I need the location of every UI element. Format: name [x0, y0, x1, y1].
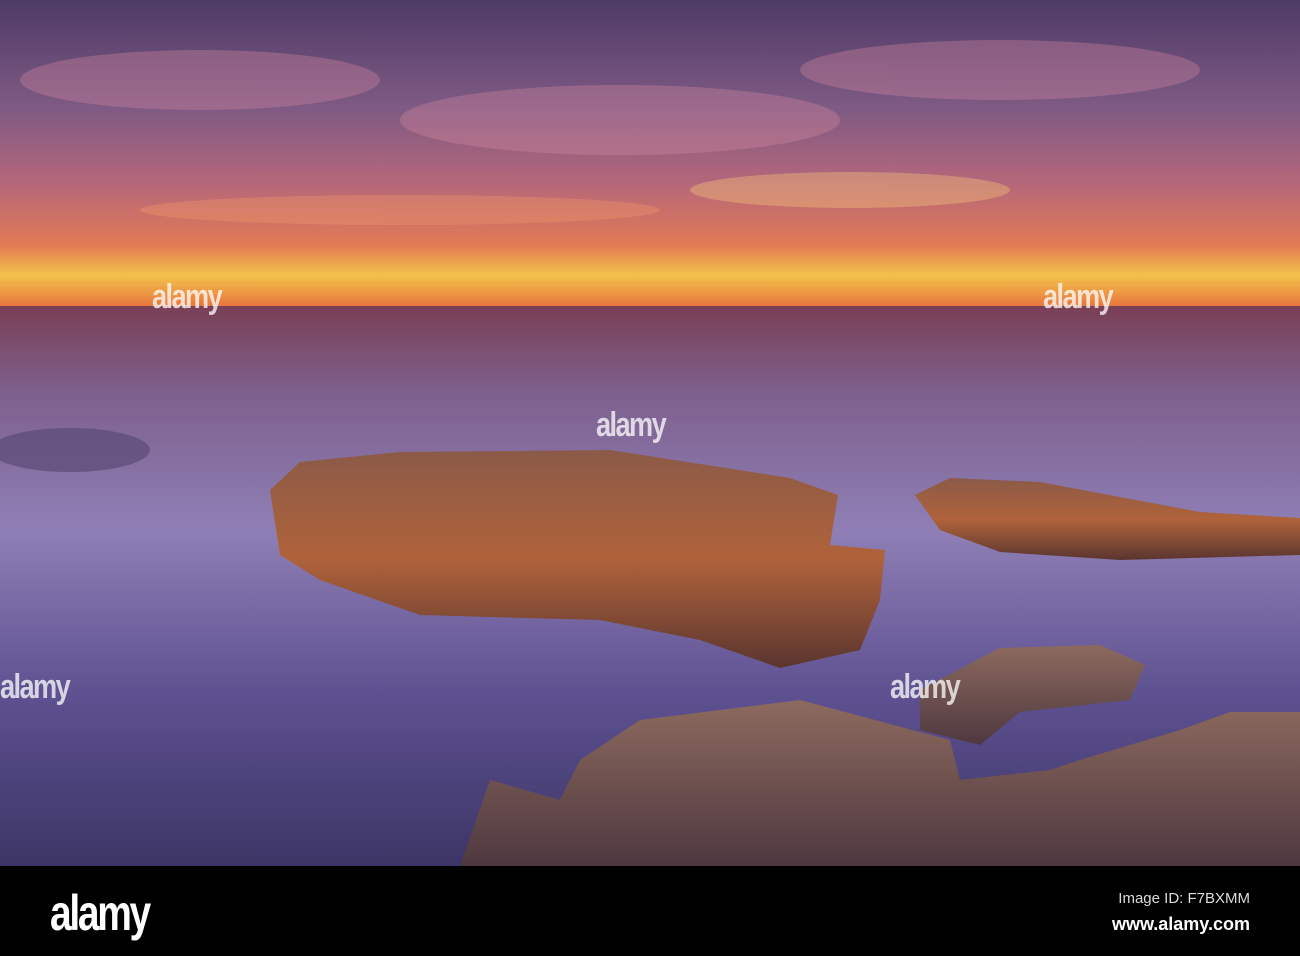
watermark: alamy: [1043, 278, 1114, 316]
alamy-logo: alamy: [50, 885, 151, 941]
watermark: alamy: [152, 278, 223, 316]
footer-bar: alamy Image ID: F7BXMM www.alamy.com: [0, 866, 1300, 956]
watermark: alamy: [890, 668, 961, 706]
watermark: alamy: [0, 668, 71, 706]
watermark: alamy: [596, 406, 667, 444]
image-id: Image ID: F7BXMM: [1118, 890, 1250, 907]
site-url: www.alamy.com: [1111, 914, 1250, 934]
stock-photo: alamy alamy alamy alamy alamy alamy Imag…: [0, 0, 1300, 956]
